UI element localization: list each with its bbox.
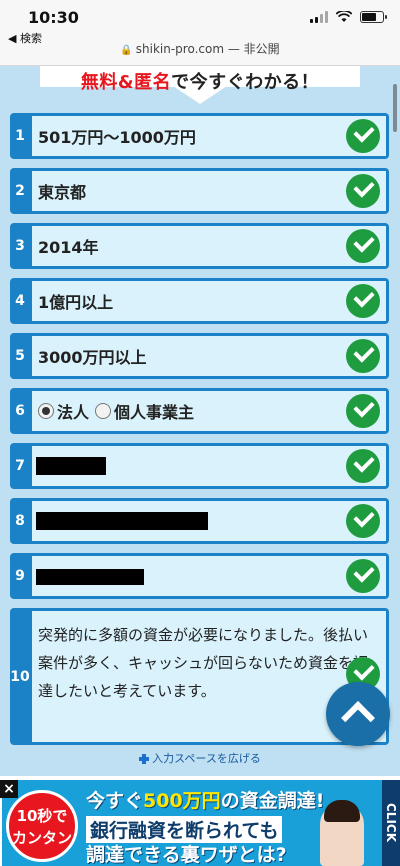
form-row-5[interactable]: 5 3000万円以上 (10, 333, 389, 379)
form-row-3[interactable]: 3 2014年 (10, 223, 389, 269)
scroll-to-top-button[interactable] (326, 682, 390, 746)
redacted-text (36, 512, 208, 530)
form-row-8[interactable]: 8 (10, 498, 389, 544)
answer-field[interactable]: 501万円〜1000万円 (32, 116, 386, 156)
answer-text: 東京都 (38, 183, 87, 202)
ad-headline: 今すぐ500万円の資金調達! (86, 786, 324, 813)
check-icon (346, 339, 380, 373)
ad-creative[interactable]: 10秒で カンタン 今すぐ500万円の資金調達! 銀行融資を断られても 調達でき… (2, 780, 382, 866)
address-bar[interactable]: 🔒 shikin-pro.com — 非公開 (0, 40, 400, 57)
answer-text: 2014年 (38, 238, 99, 257)
ad-subline: 銀行融資を断られても (86, 816, 283, 843)
row-number: 8 (15, 513, 25, 529)
answer-field[interactable]: 東京都 (32, 171, 386, 211)
headline-amp: & (117, 72, 135, 93)
headline-free: 無料 (80, 72, 118, 93)
status-bar: 10:30 ◀ 検索 🔒 shikin-pro.com — 非公開 (0, 0, 400, 66)
headline: 無料&匿名で今すぐわかる！ (0, 68, 400, 94)
answer-text: 501万円〜1000万円 (38, 128, 196, 147)
row-number: 2 (15, 183, 25, 199)
ad-badge-line1: 10秒で (16, 807, 68, 825)
signal-icon (310, 11, 328, 23)
ad-click-button[interactable]: CLICK (382, 780, 400, 866)
page-content: 無料&匿名で今すぐわかる！ 1 501万円〜1000万円 2 東京都 3 201… (0, 66, 400, 776)
ad-person-image (320, 800, 364, 866)
redacted-text (36, 569, 144, 585)
expand-input-label: 入力スペースを広げる (152, 752, 261, 765)
answer-field[interactable]: 1億円以上 (32, 281, 386, 321)
redacted-text (36, 457, 106, 475)
battery-icon (360, 11, 387, 23)
row-number: 4 (15, 293, 25, 309)
answer-text: 3000万円以上 (38, 348, 147, 367)
row-number: 3 (15, 238, 25, 254)
answer-field[interactable] (32, 446, 386, 486)
form-row-4[interactable]: 4 1億円以上 (10, 278, 389, 324)
check-icon (346, 229, 380, 263)
close-icon[interactable]: × (0, 780, 18, 798)
row-number: 7 (15, 458, 25, 474)
radio-sole-proprietor[interactable] (95, 403, 112, 419)
scrollbar[interactable] (393, 84, 397, 132)
url-private-label: — 非公開 (224, 42, 280, 56)
lock-icon: 🔒 (120, 45, 133, 56)
check-icon (346, 119, 380, 153)
form-row-6[interactable]: 6 法人 個人事業主 (10, 388, 389, 434)
form-row-2[interactable]: 2 東京都 (10, 168, 389, 214)
ad-banner[interactable]: 10秒で カンタン 今すぐ500万円の資金調達! 銀行融資を断られても 調達でき… (0, 776, 400, 866)
radio-corporation-label: 法人 (57, 403, 90, 422)
row-number: 10 (10, 668, 30, 685)
row-number: 5 (15, 348, 25, 364)
status-icons (310, 11, 387, 23)
ad-tagline: 調達できる裏ワザとは? (86, 844, 287, 866)
ad-headline-pre: 今すぐ (86, 790, 144, 812)
check-icon (346, 394, 380, 428)
form-row-1[interactable]: 1 501万円〜1000万円 (10, 113, 389, 159)
form-row-7[interactable]: 7 (10, 443, 389, 489)
headline-anonymous: 匿名 (134, 72, 172, 93)
row-number: 9 (15, 568, 25, 584)
radio-sole-proprietor-label: 個人事業主 (114, 403, 195, 422)
ad-headline-amount: 500万円 (143, 790, 221, 812)
check-icon (346, 504, 380, 538)
ad-headline-post: の資金調達! (220, 790, 325, 812)
answer-field[interactable] (32, 501, 386, 541)
expand-input-link[interactable]: 入力スペースを広げる (0, 750, 400, 766)
answer-field[interactable]: 2014年 (32, 226, 386, 266)
radio-corporation[interactable] (38, 403, 54, 419)
row-number: 1 (15, 128, 25, 144)
check-icon (346, 174, 380, 208)
wifi-icon (336, 11, 352, 22)
check-icon (346, 284, 380, 318)
form-row-9[interactable]: 9 (10, 553, 389, 599)
check-icon (346, 449, 380, 483)
check-icon (346, 559, 380, 593)
answer-field: 法人 個人事業主 (32, 391, 386, 431)
plus-icon (139, 754, 150, 764)
entity-type-radio-group: 法人 個人事業主 (38, 391, 200, 431)
url-text: shikin-pro.com (135, 42, 225, 56)
answer-field[interactable] (32, 556, 386, 596)
ad-badge: 10秒で カンタン (6, 790, 78, 862)
clock: 10:30 (28, 8, 79, 27)
row-number: 6 (15, 403, 25, 419)
ad-badge-line2: カンタン (11, 829, 72, 847)
message-text: 突発的に多額の資金が必要になりました。後払い案件が多く、キャッシュが回らないため… (38, 626, 369, 700)
answer-field[interactable]: 3000万円以上 (32, 336, 386, 376)
answer-text: 1億円以上 (38, 293, 114, 312)
headline-rest: で今すぐわかる！ (171, 72, 320, 93)
